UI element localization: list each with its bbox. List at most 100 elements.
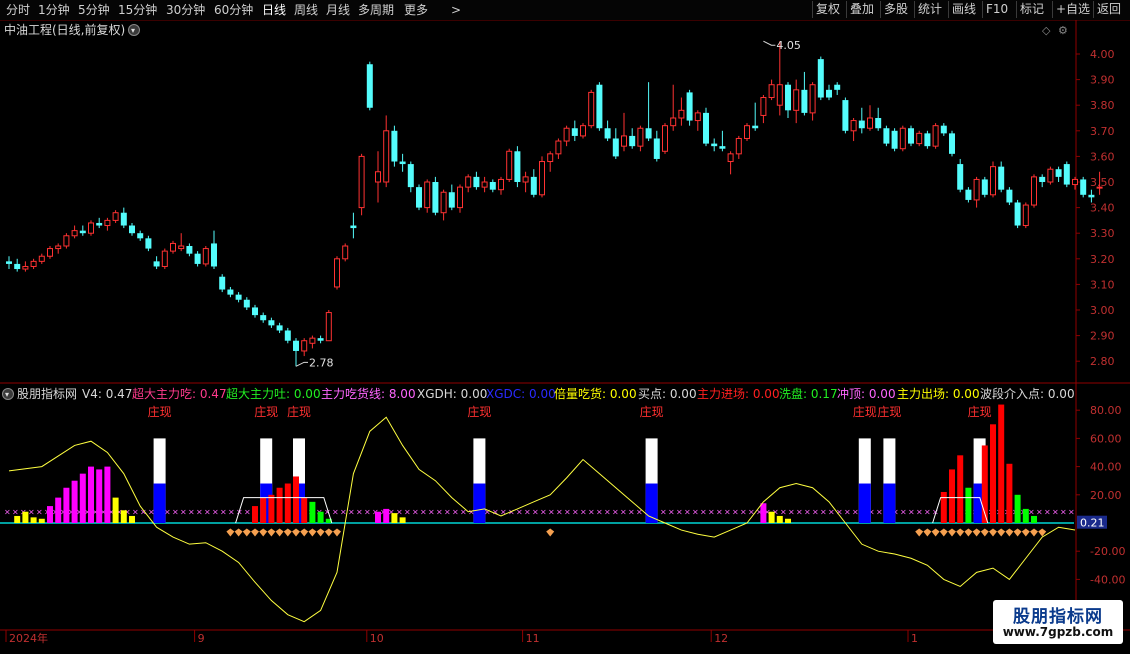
magenta-bar	[375, 511, 381, 523]
zhuang-label: 庄现	[853, 404, 877, 419]
low-marker-line	[295, 361, 308, 367]
legend-item: 超大主力吃: 0.47	[132, 386, 227, 401]
candle-body-down	[817, 59, 824, 98]
legend-item: V4: 0.47	[82, 387, 132, 401]
dotted-level-mark: ×	[740, 508, 747, 517]
period-tab-6[interactable]: 日线	[262, 2, 286, 18]
candle-body-down	[842, 100, 849, 131]
toolbar-button-6[interactable]: 标记	[1016, 1, 1047, 18]
period-tab-4[interactable]: 30分钟	[166, 2, 205, 18]
dotted-level-mark: ×	[916, 508, 923, 517]
diamond-marker	[324, 528, 333, 537]
chart-area: 中油工程(日线,前复权) ▾ ◇ ⚙ 4.00 3.90 3.80 3.70 3.60 3.50 3…	[0, 20, 1130, 650]
candle-body-down	[293, 340, 299, 351]
candle-body-down	[785, 84, 791, 111]
price-tick-label: 3.90	[1090, 74, 1115, 87]
watermark-logo: 股朋指标网 www.7gpzb.com	[993, 600, 1123, 644]
candle-body-down	[317, 338, 324, 341]
diamond-marker	[1005, 528, 1014, 537]
yellow-oscillator-line	[8, 416, 1076, 623]
candle-body-down	[145, 238, 152, 249]
toolbar-button-1[interactable]: 叠加	[846, 1, 877, 18]
more-chevron-icon[interactable]: >	[451, 2, 461, 18]
candle-body-up	[850, 120, 857, 132]
candle-body-up	[867, 117, 873, 129]
price-tick-label: 3.20	[1090, 253, 1115, 266]
diamond-marker	[275, 528, 284, 537]
candle-body-down	[883, 128, 890, 144]
high-price-label: 4.05	[776, 39, 801, 52]
dotted-level-mark: ×	[1044, 508, 1051, 517]
dotted-level-mark: ×	[676, 508, 683, 517]
magenta-bar	[63, 487, 70, 523]
toolbar-button-2[interactable]: 多股	[880, 1, 911, 18]
toolbar-button-0[interactable]: 复权	[812, 1, 843, 18]
candle-body-up	[383, 130, 390, 183]
candle-body-up	[563, 127, 570, 142]
candle-body-down	[801, 89, 808, 113]
diamond-marker	[226, 528, 235, 537]
candle-body-up	[588, 91, 595, 127]
dotted-level-mark: ×	[348, 508, 355, 517]
magenta-bar	[71, 480, 78, 523]
red-bar	[998, 404, 1005, 523]
dotted-level-mark: ×	[580, 508, 587, 517]
dotted-level-mark: ×	[244, 508, 251, 517]
candle-body-down	[924, 133, 931, 147]
candle-body-up	[694, 112, 701, 122]
toolbar-button-4[interactable]: 画线	[948, 1, 979, 18]
period-tab-9[interactable]: 多周期	[358, 2, 394, 18]
candle-body-up	[161, 250, 168, 267]
legend-item: XGDH: 0.00	[417, 387, 487, 401]
diamond-marker	[300, 528, 309, 537]
candle-body-up	[809, 84, 816, 114]
diamond-marker	[931, 528, 940, 537]
toolbar-button-5[interactable]: F10	[982, 1, 1011, 18]
blue-signal-bar	[473, 483, 486, 523]
candle-body-down	[1006, 189, 1013, 203]
period-tab-0[interactable]: 分时	[6, 2, 30, 18]
toolbar-button-3[interactable]: 统计	[914, 1, 945, 18]
candle-body-down	[1014, 202, 1021, 226]
dotted-level-mark: ×	[340, 508, 347, 517]
toolbar-button-8[interactable]: 返回	[1093, 1, 1124, 18]
period-tab-5[interactable]: 60分钟	[214, 2, 253, 18]
dotted-level-mark: ×	[908, 508, 915, 517]
candle-body-down	[1055, 169, 1062, 177]
dotted-level-mark: ×	[796, 508, 803, 517]
red-bar	[260, 497, 267, 523]
dotted-level-mark: ×	[452, 508, 459, 517]
diamond-marker	[267, 528, 276, 537]
dotted-level-mark: ×	[4, 508, 11, 517]
dotted-level-mark: ×	[876, 508, 883, 517]
dotted-level-mark: ×	[1036, 508, 1043, 517]
dotted-level-mark: ×	[620, 508, 627, 517]
dotted-level-mark: ×	[356, 508, 363, 517]
stock-chart[interactable]: 中油工程(日线,前复权) ▾ ◇ ⚙4.003.903.803.703.603.503…	[0, 20, 1130, 650]
green-bar	[309, 501, 316, 523]
period-tab-2[interactable]: 5分钟	[78, 2, 110, 18]
green-bar	[1014, 494, 1021, 523]
period-tab-7[interactable]: 周线	[294, 2, 318, 18]
period-tab-3[interactable]: 15分钟	[118, 2, 157, 18]
candle-body-down	[14, 263, 21, 270]
candle-body-up	[973, 178, 980, 201]
period-tab-10[interactable]: 更多	[404, 2, 428, 18]
candle-body-up	[30, 260, 37, 267]
dotted-level-mark: ×	[660, 508, 667, 517]
candle-body-down	[949, 133, 955, 154]
candle-body-down	[834, 84, 841, 90]
candle-body-down	[826, 89, 832, 98]
zhuang-label: 庄现	[467, 404, 491, 419]
dotted-level-mark: ×	[36, 508, 43, 517]
time-axis-label: 10	[370, 632, 384, 645]
price-tick-label: 3.00	[1090, 304, 1115, 317]
candle-body-down	[719, 146, 726, 149]
toolbar-button-7[interactable]: +自选	[1052, 1, 1093, 18]
candle-body-up	[358, 155, 365, 209]
period-tab-1[interactable]: 1分钟	[38, 2, 70, 18]
candle-body-down	[612, 138, 619, 157]
diamond-marker	[915, 528, 924, 537]
candle-body-down	[711, 143, 718, 147]
period-tab-8[interactable]: 月线	[326, 2, 350, 18]
